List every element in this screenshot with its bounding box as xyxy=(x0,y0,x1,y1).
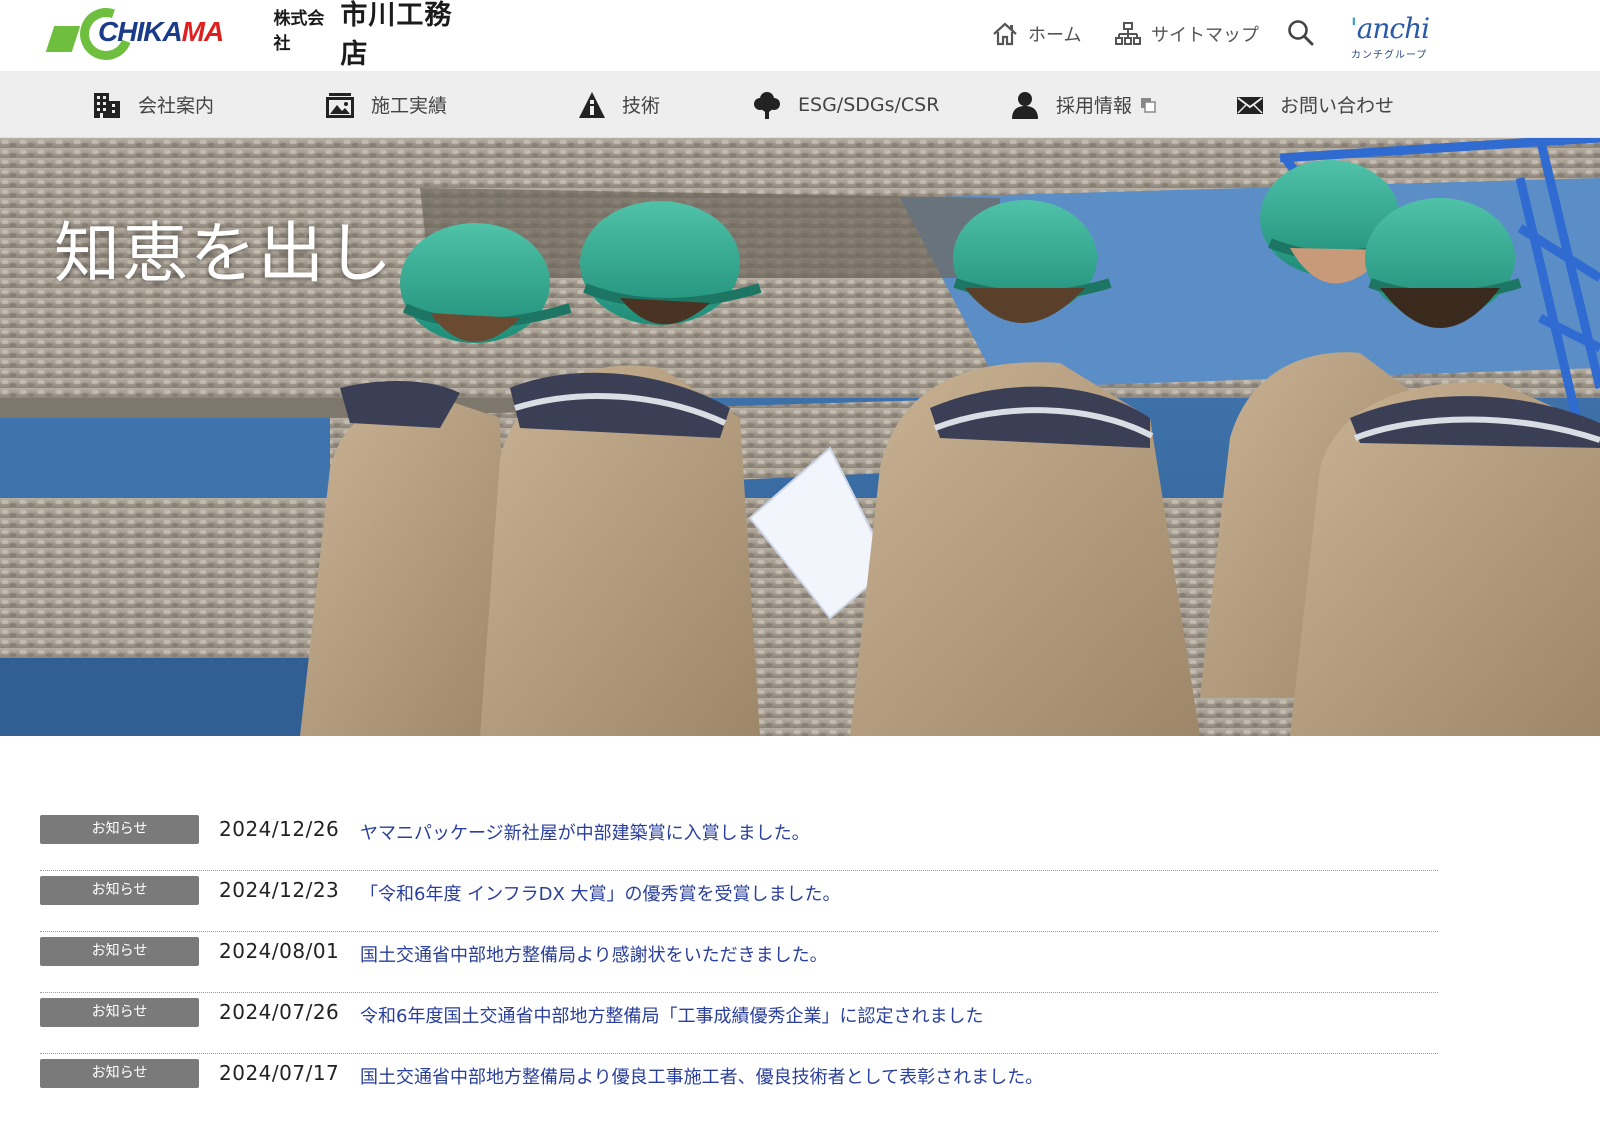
news-category-badge: お知らせ xyxy=(40,876,199,905)
company-name-main: 市川工務店 xyxy=(340,0,453,70)
search-icon xyxy=(1288,20,1314,46)
home-link[interactable]: ホーム xyxy=(992,14,1081,54)
building-icon xyxy=(94,92,120,118)
nav-item-works[interactable]: 施工実績 xyxy=(325,71,447,138)
hero-copy: 知恵を出し xyxy=(54,215,394,292)
logo-parallelogram xyxy=(45,26,81,52)
kanchi-word: anchi xyxy=(1356,12,1430,45)
home-icon xyxy=(993,22,1017,46)
external-link-icon xyxy=(1141,97,1156,113)
kanchi-wordmark: 'anchi xyxy=(1350,12,1430,45)
image-icon xyxy=(326,92,354,118)
home-link-label: ホーム xyxy=(1028,25,1082,46)
hero-banner: 知恵を出し xyxy=(0,138,1600,736)
nav-item-company[interactable]: 会社案内 xyxy=(92,71,214,138)
company-prefix: 株式会社 xyxy=(273,9,325,54)
sitemap-link[interactable]: サイトマップ xyxy=(1115,14,1259,54)
info-icon xyxy=(579,91,605,118)
news-date: 2024/07/17 xyxy=(219,1061,340,1085)
news-title-link[interactable]: ヤマニパッケージ新社屋が中部建築賞に入賞しました。 xyxy=(360,819,810,845)
nav-item-esg[interactable]: ESG/SDGs/CSR xyxy=(752,71,939,138)
nav-item-label: ESG/SDGs/CSR xyxy=(798,93,940,116)
news-title-link[interactable]: 令和6年度国土交通省中部地方整備局「工事成績優秀企業」に認定されました xyxy=(360,1002,983,1028)
news-date: 2024/12/23 xyxy=(219,878,340,902)
nav-item-recruit[interactable]: 採用情報 xyxy=(1010,71,1172,138)
nav-item-label: 会社案内 xyxy=(138,95,215,117)
news-category-badge: お知らせ xyxy=(40,937,199,966)
logo-wordmark: CHIKAMA xyxy=(98,16,225,48)
kanchi-subtitle: カンチグループ xyxy=(1351,50,1428,61)
news-title-link[interactable]: 国土交通省中部地方整備局より感謝状をいただきました。 xyxy=(360,941,828,967)
news-item: お知らせ 2024/07/17 国土交通省中部地方整備局より優良工事施工者、優良… xyxy=(40,1054,1438,1115)
nav-item-technology[interactable]: 技術 xyxy=(578,71,660,138)
sitemap-link-label: サイトマップ xyxy=(1151,25,1259,46)
logo-word-right: MA xyxy=(181,16,225,47)
news-date: 2024/12/26 xyxy=(219,817,340,841)
nav-item-label: お問い合わせ xyxy=(1280,95,1395,117)
news-item: お知らせ 2024/12/26 ヤマニパッケージ新社屋が中部建築賞に入賞しました… xyxy=(40,810,1438,871)
news-date: 2024/07/26 xyxy=(219,1000,340,1024)
search-button[interactable] xyxy=(1286,18,1316,48)
news-category-badge: お知らせ xyxy=(40,998,199,1027)
nav-item-label: 施工実績 xyxy=(371,95,448,117)
news-title-link[interactable]: 「令和6年度 インフラDX 大賞」の優秀賞を受賞しました。 xyxy=(360,880,841,906)
nav-item-contact[interactable]: お問い合わせ xyxy=(1236,71,1394,138)
nav-item-label: 採用情報 xyxy=(1056,95,1133,117)
news-list: お知らせ 2024/12/26 ヤマニパッケージ新社屋が中部建築賞に入賞しました… xyxy=(40,810,1438,1115)
news-item: お知らせ 2024/08/01 国土交通省中部地方整備局より感謝状をいただきまし… xyxy=(40,932,1438,993)
kanchi-tick: ' xyxy=(1350,12,1358,45)
news-category-badge: お知らせ xyxy=(40,815,199,844)
sitemap-icon xyxy=(1115,22,1141,45)
news-date: 2024/08/01 xyxy=(219,939,340,963)
global-nav: 会社案内 施工実績 技術 ESG/SDGs/CSR 採用情報 お問い合わせ xyxy=(0,71,1600,138)
tree-icon xyxy=(754,91,780,119)
news-item: お知らせ 2024/07/26 令和6年度国土交通省中部地方整備局「工事成績優秀… xyxy=(40,993,1438,1054)
company-name: 株式会社 市川工務店 xyxy=(273,0,470,71)
ichikawa-logo-mark: CHIKAMA xyxy=(45,0,235,69)
company-logo[interactable]: CHIKAMA 株式会社 市川工務店 xyxy=(45,0,470,70)
site-header: CHIKAMA 株式会社 市川工務店 ホーム サイトマップ 'anchi カンチ… xyxy=(0,0,1600,71)
news-title-link[interactable]: 国土交通省中部地方整備局より優良工事施工者、優良技術者として表彰されました。 xyxy=(360,1063,1043,1089)
news-category-badge: お知らせ xyxy=(40,1059,199,1088)
mail-icon xyxy=(1237,96,1263,114)
news-item: お知らせ 2024/12/23 「令和6年度 インフラDX 大賞」の優秀賞を受賞… xyxy=(40,871,1438,932)
person-icon xyxy=(1012,91,1038,119)
kanchi-group-logo[interactable]: 'anchi カンチグループ xyxy=(1344,12,1440,62)
nav-item-label: 技術 xyxy=(622,95,661,117)
logo-word-left: CHIKA xyxy=(98,16,183,47)
